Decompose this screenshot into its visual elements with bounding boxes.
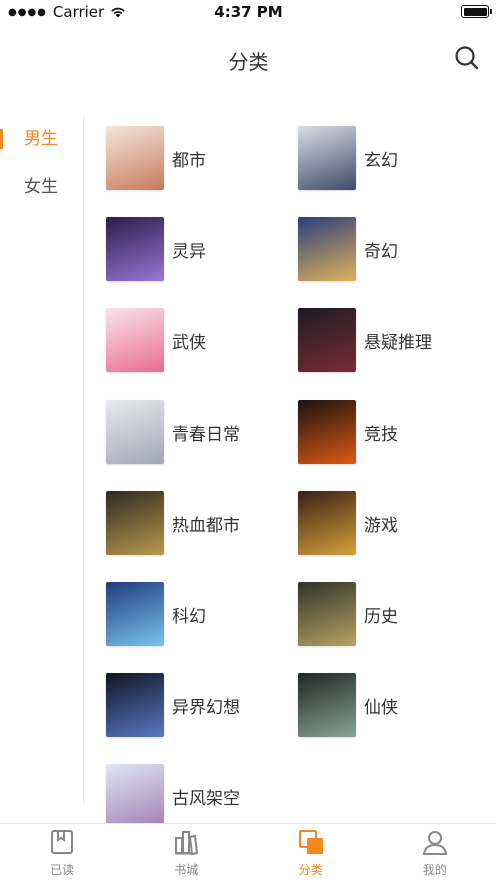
category-label: 热血都市 <box>172 515 240 536</box>
book-cover-image <box>106 673 164 737</box>
category-label: 竞技 <box>364 424 398 445</box>
category-item[interactable]: 悬疑推理 <box>298 308 488 372</box>
tab-profile-label: 我的 <box>422 863 447 877</box>
category-item[interactable]: 玄幻 <box>298 126 488 190</box>
book-cover-image <box>106 582 164 646</box>
book-cover-image <box>106 764 164 828</box>
book-cover-image <box>106 308 164 372</box>
battery-icon <box>461 5 492 18</box>
book-cover-image <box>298 308 356 372</box>
category-item[interactable]: 都市 <box>106 126 296 190</box>
category-label: 武侠 <box>172 332 206 353</box>
sidebar-item-male[interactable]: 男生 <box>0 115 83 163</box>
tab-category-label: 分类 <box>298 863 323 877</box>
category-label: 青春日常 <box>172 424 240 445</box>
category-item[interactable]: 奇幻 <box>298 217 488 281</box>
category-label: 悬疑推理 <box>364 332 432 353</box>
tab-bar: 已读 书城 分类 我的 <box>0 823 497 883</box>
category-item[interactable]: 异界幻想 <box>106 673 296 737</box>
clock: 4:37 PM <box>214 3 283 21</box>
book-cover-image <box>298 400 356 464</box>
book-cover-image <box>298 126 356 190</box>
tab-profile[interactable]: 我的 <box>373 824 497 883</box>
category-label: 奇幻 <box>364 241 398 262</box>
category-item[interactable]: 武侠 <box>106 308 296 372</box>
category-label: 历史 <box>364 606 398 627</box>
category-label: 游戏 <box>364 515 398 536</box>
bookshelf-icon <box>175 831 199 856</box>
book-cover-image <box>106 400 164 464</box>
status-bar: ●●●● Carrier 4:37 PM <box>0 0 497 24</box>
book-cover-image <box>298 217 356 281</box>
category-label: 科幻 <box>172 606 206 627</box>
category-item[interactable]: 科幻 <box>106 582 296 646</box>
book-cover-image <box>106 491 164 555</box>
book-cover-image <box>298 582 356 646</box>
category-label: 异界幻想 <box>172 697 240 718</box>
gender-sidebar: 男生 女生 <box>0 115 84 805</box>
profile-icon <box>422 831 448 855</box>
category-item[interactable]: 游戏 <box>298 491 488 555</box>
category-item[interactable]: 竞技 <box>298 400 488 464</box>
category-item[interactable]: 古风架空 <box>106 764 296 828</box>
book-cover-image <box>106 126 164 190</box>
tab-bookstore-label: 书城 <box>174 863 199 877</box>
category-item[interactable]: 历史 <box>298 582 488 646</box>
tab-bookstore[interactable]: 书城 <box>124 824 248 883</box>
category-item[interactable]: 热血都市 <box>106 491 296 555</box>
category-label: 都市 <box>172 150 206 171</box>
tab-category[interactable]: 分类 <box>249 824 373 883</box>
category-icon <box>298 830 323 854</box>
tab-read[interactable]: 已读 <box>0 824 124 883</box>
book-icon <box>51 830 74 854</box>
tab-read-label: 已读 <box>50 863 75 877</box>
category-item[interactable]: 灵异 <box>106 217 296 281</box>
category-label: 灵异 <box>172 241 206 262</box>
category-label: 玄幻 <box>364 150 398 171</box>
book-cover-image <box>298 491 356 555</box>
page-title: 分类 <box>228 50 269 74</box>
book-cover-image <box>106 217 164 281</box>
search-icon[interactable] <box>453 44 481 72</box>
category-item[interactable]: 青春日常 <box>106 400 296 464</box>
sidebar-item-female[interactable]: 女生 <box>0 163 83 211</box>
category-label: 古风架空 <box>172 788 240 809</box>
book-cover-image <box>298 673 356 737</box>
category-item[interactable]: 仙侠 <box>298 673 488 737</box>
category-label: 仙侠 <box>364 697 398 718</box>
